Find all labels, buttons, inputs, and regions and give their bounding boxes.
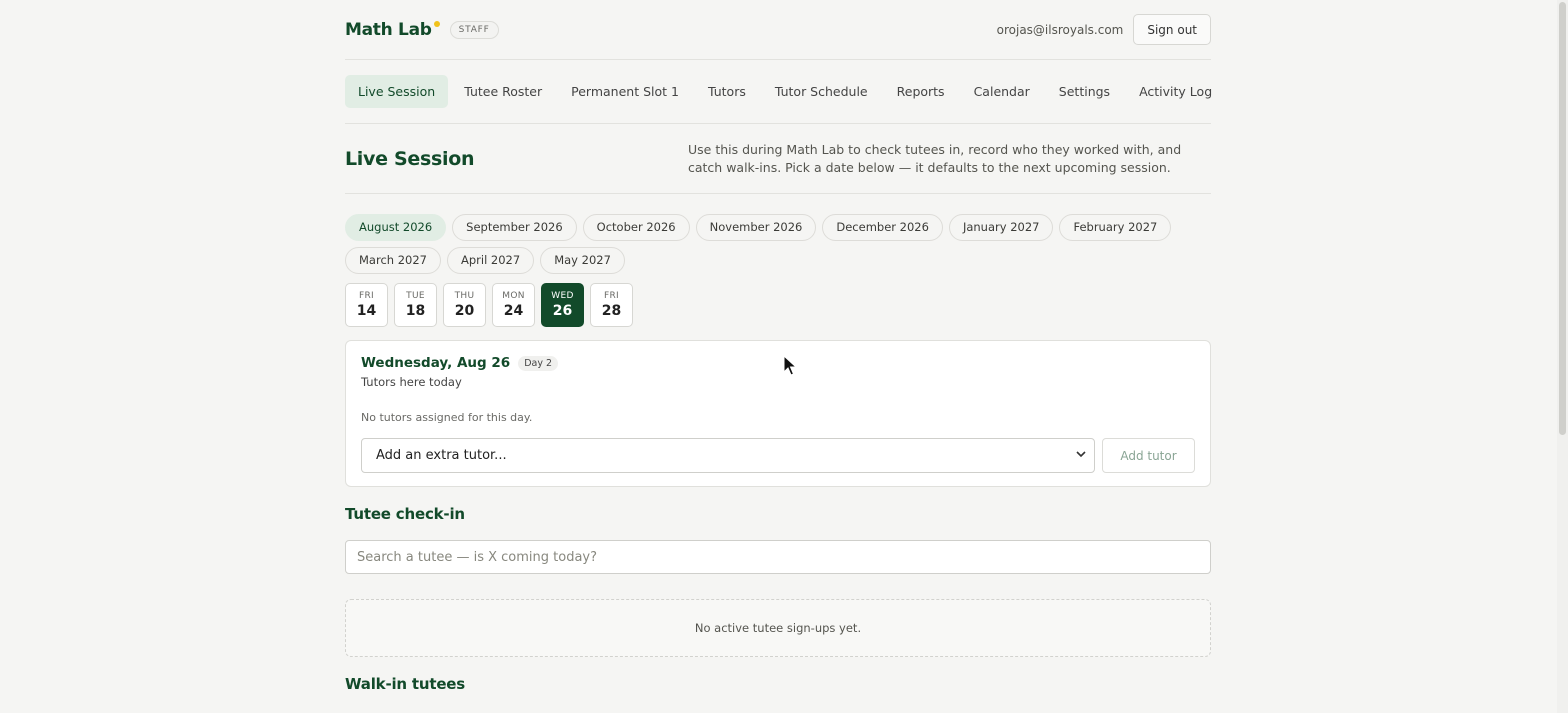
add-tutor-row: Add an extra tutor... Add tutor	[361, 438, 1195, 473]
chevron-down-icon	[1076, 450, 1086, 461]
page-title: Live Session	[345, 147, 475, 170]
day-of-week: FRI	[604, 291, 619, 301]
nav-tutor-schedule[interactable]: Tutor Schedule	[762, 75, 881, 108]
day-selector: FRI 14 TUE 18 THU 20 MON 24 WED 26 FRI 2…	[345, 283, 1211, 327]
session-card: Wednesday, Aug 26 Day 2 Tutors here toda…	[345, 340, 1211, 487]
session-title-row: Wednesday, Aug 26 Day 2	[361, 355, 1195, 371]
day-number: 18	[405, 303, 426, 319]
day-of-week: MON	[502, 291, 525, 301]
add-tutor-button[interactable]: Add tutor	[1102, 438, 1195, 473]
month-pill[interactable]: April 2027	[446, 247, 535, 274]
day-of-week: FRI	[359, 291, 374, 301]
day-card[interactable]: TUE 18	[394, 283, 437, 327]
day-number: 20	[454, 303, 475, 319]
day-of-week: TUE	[406, 291, 425, 301]
month-pill[interactable]: October 2026	[582, 214, 690, 241]
nav-settings[interactable]: Settings	[1046, 75, 1123, 108]
brand: Math Lab STAFF	[345, 20, 499, 40]
session-subtitle: Tutors here today	[361, 375, 462, 389]
walk-in-heading: Walk-in tutees	[345, 675, 466, 693]
month-selector: August 2026 September 2026 October 2026 …	[345, 214, 1211, 274]
extra-tutor-select-value: Add an extra tutor...	[376, 448, 507, 463]
day-of-week: WED	[551, 291, 574, 301]
page-scrollbar[interactable]	[1557, 0, 1568, 713]
day-number: 28	[601, 303, 622, 319]
app-logo[interactable]: Math Lab	[345, 20, 440, 40]
extra-tutor-select[interactable]: Add an extra tutor...	[361, 438, 1095, 473]
day-number: 26	[552, 303, 573, 319]
user-area: orojas@ilsroyals.com Sign out	[997, 14, 1211, 45]
no-tutors-message: No tutors assigned for this day.	[361, 411, 533, 424]
tutee-search-input[interactable]: Search a tutee — is X coming today?	[345, 540, 1211, 574]
page-description: Use this during Math Lab to check tutees…	[688, 141, 1182, 175]
tutee-checkin-heading: Tutee check-in	[345, 505, 465, 523]
nav-permanent-slot-1[interactable]: Permanent Slot 1	[558, 75, 692, 108]
month-pill[interactable]: May 2027	[540, 247, 625, 274]
nav-calendar[interactable]: Calendar	[961, 75, 1043, 108]
main-nav: Live Session Tutee Roster Permanent Slot…	[345, 60, 1212, 124]
day-number: 24	[503, 303, 524, 319]
month-pill[interactable]: February 2027	[1059, 214, 1172, 241]
month-pill[interactable]: August 2026	[345, 214, 447, 241]
page-header: Live Session Use this during Math Lab to…	[345, 124, 1211, 194]
day-badge: Day 2	[518, 355, 559, 371]
tutee-search-placeholder: Search a tutee — is X coming today?	[357, 549, 598, 565]
app-container: Math Lab STAFF orojas@ilsroyals.com Sign…	[345, 0, 1212, 693]
month-pill[interactable]: November 2026	[695, 214, 817, 241]
app-header: Math Lab STAFF orojas@ilsroyals.com Sign…	[345, 0, 1211, 60]
nav-activity-log[interactable]: Activity Log	[1126, 75, 1225, 108]
session-date-title: Wednesday, Aug 26	[361, 355, 511, 371]
day-number: 14	[356, 303, 377, 319]
role-badge: STAFF	[449, 20, 499, 39]
no-signups-text: No active tutee sign-ups yet.	[694, 621, 862, 635]
brand-dot-icon	[433, 20, 440, 27]
nav-reports[interactable]: Reports	[884, 75, 958, 108]
day-card[interactable]: FRI 28	[590, 283, 633, 327]
sign-out-button[interactable]: Sign out	[1133, 14, 1211, 45]
day-card[interactable]: FRI 14	[345, 283, 388, 327]
month-pill[interactable]: September 2026	[452, 214, 577, 241]
day-card[interactable]: THU 20	[443, 283, 486, 327]
month-pill[interactable]: January 2027	[948, 214, 1054, 241]
nav-tutors[interactable]: Tutors	[695, 75, 759, 108]
scrollbar-thumb[interactable]	[1559, 2, 1566, 435]
nav-live-session[interactable]: Live Session	[345, 75, 449, 108]
mouse-cursor-icon	[783, 354, 798, 381]
no-signups-message: No active tutee sign-ups yet.	[345, 599, 1211, 657]
month-pill[interactable]: December 2026	[822, 214, 943, 241]
day-of-week: THU	[454, 291, 475, 301]
day-card[interactable]: MON 24	[492, 283, 535, 327]
nav-tutee-roster[interactable]: Tutee Roster	[451, 75, 555, 108]
app-name: Math Lab	[345, 19, 432, 40]
month-pill[interactable]: March 2027	[345, 247, 441, 274]
user-email: orojas@ilsroyals.com	[996, 22, 1124, 37]
day-card-selected[interactable]: WED 26	[541, 283, 584, 327]
